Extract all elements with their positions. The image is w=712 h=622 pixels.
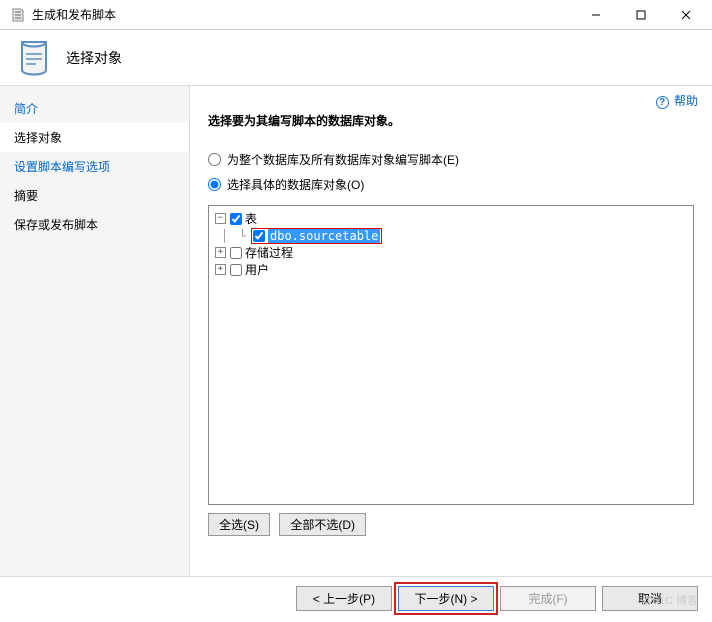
tree-node-procedures[interactable]: + 存储过程	[215, 244, 687, 261]
sidebar-item-save-publish[interactable]: 保存或发布脚本	[0, 210, 189, 239]
wizard-footer: < 上一步(P) 下一步(N) > 完成(F) 取消	[0, 576, 712, 620]
close-button[interactable]	[663, 1, 708, 29]
selection-buttons: 全选(S) 全部不选(D)	[208, 513, 694, 536]
page-title: 选择对象	[66, 48, 122, 68]
titlebar: 生成和发布脚本	[0, 0, 712, 30]
window-title: 生成和发布脚本	[32, 6, 573, 23]
expand-icon[interactable]: +	[215, 264, 226, 275]
highlight-box: dbo.sourcetable	[251, 228, 382, 244]
radio-specific-objects-input[interactable]	[208, 178, 221, 191]
radio-specific-objects-label: 选择具体的数据库对象(O)	[227, 176, 364, 193]
sidebar-item-intro[interactable]: 简介	[0, 94, 189, 123]
radio-specific-objects[interactable]: 选择具体的数据库对象(O)	[208, 176, 694, 193]
cancel-button[interactable]: 取消	[602, 586, 698, 611]
sidebar-item-summary[interactable]: 摘要	[0, 181, 189, 210]
main-panel: ? 帮助 选择要为其编写脚本的数据库对象。 为整个数据库及所有数据库对象编写脚本…	[190, 86, 712, 576]
tree-node-sourcetable[interactable]: │ └ dbo.sourcetable	[215, 227, 687, 244]
tree-connector: └	[233, 229, 251, 243]
radio-entire-database[interactable]: 为整个数据库及所有数据库对象编写脚本(E)	[208, 151, 694, 168]
minimize-button[interactable]	[573, 1, 618, 29]
radio-entire-database-input[interactable]	[208, 153, 221, 166]
tree-node-tables[interactable]: − 表	[215, 210, 687, 227]
instruction-text: 选择要为其编写脚本的数据库对象。	[208, 112, 694, 129]
wizard-header: 选择对象	[0, 30, 712, 86]
tree-check-tables[interactable]	[230, 213, 242, 225]
radio-entire-database-label: 为整个数据库及所有数据库对象编写脚本(E)	[227, 151, 459, 168]
tree-check-sourcetable[interactable]	[253, 230, 265, 242]
tree-check-procedures[interactable]	[230, 247, 242, 259]
tree-label-tables: 表	[245, 210, 257, 227]
tree-check-users[interactable]	[230, 264, 242, 276]
collapse-icon[interactable]: −	[215, 213, 226, 224]
prev-button[interactable]: < 上一步(P)	[296, 586, 392, 611]
sidebar-item-script-options[interactable]: 设置脚本编写选项	[0, 152, 189, 181]
tree-connector: │	[215, 229, 233, 243]
help-icon: ?	[656, 96, 669, 109]
script-icon	[12, 36, 56, 80]
tree-node-users[interactable]: + 用户	[215, 261, 687, 278]
wizard-body: 简介 选择对象 设置脚本编写选项 摘要 保存或发布脚本 ? 帮助 选择要为其编写…	[0, 86, 712, 576]
finish-button: 完成(F)	[500, 586, 596, 611]
maximize-button[interactable]	[618, 1, 663, 29]
object-tree[interactable]: − 表 │ └ dbo.sourcetable + 存储过程 + 用户	[208, 205, 694, 505]
tree-label-procedures: 存储过程	[245, 244, 293, 261]
next-button[interactable]: 下一步(N) >	[398, 586, 494, 611]
tree-label-users: 用户	[245, 261, 269, 278]
tree-label-sourcetable[interactable]: dbo.sourcetable	[268, 229, 380, 243]
expand-icon[interactable]: +	[215, 247, 226, 258]
help-link[interactable]: ? 帮助	[656, 92, 698, 109]
sidebar: 简介 选择对象 设置脚本编写选项 摘要 保存或发布脚本	[0, 86, 190, 576]
deselect-all-button[interactable]: 全部不选(D)	[279, 513, 366, 536]
help-label: 帮助	[674, 94, 698, 108]
select-all-button[interactable]: 全选(S)	[208, 513, 270, 536]
sidebar-item-select-objects[interactable]: 选择对象	[0, 123, 189, 152]
app-icon	[10, 7, 26, 23]
